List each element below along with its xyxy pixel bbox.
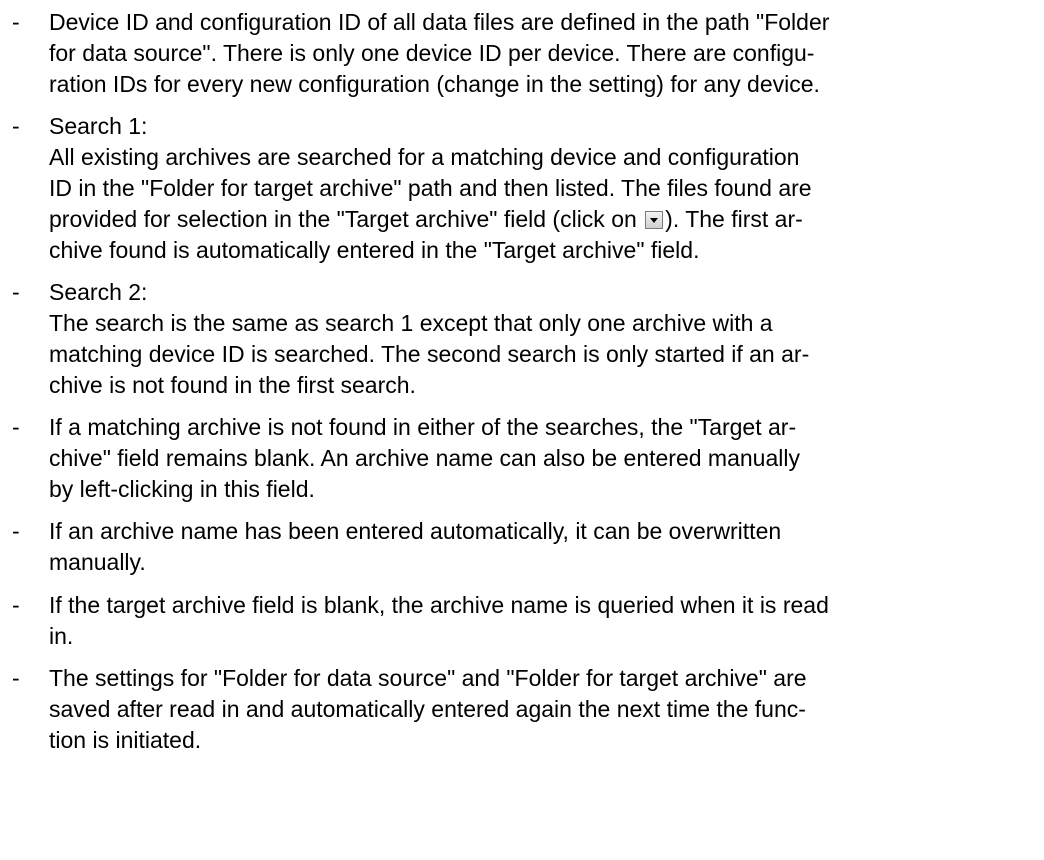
list-bullet: - [12, 665, 20, 691]
list-bullet: - [12, 9, 20, 35]
text-line: matching device ID is searched. The seco… [49, 341, 810, 367]
text-line: by left-clicking in this field. [49, 476, 315, 502]
list-bullet: - [12, 279, 20, 305]
list-bullet: - [12, 518, 20, 544]
dropdown-arrow-icon [645, 211, 664, 229]
text-line: If a matching archive is not found in ei… [49, 414, 797, 440]
text-segment: provided for selection in the "Target ar… [49, 206, 644, 232]
text-line: in. [49, 623, 74, 649]
text-line: chive found is automatically entered in … [49, 237, 700, 263]
text-line: saved after read in and automatically en… [49, 696, 806, 722]
text-line: ration IDs for every new configuration (… [49, 71, 820, 97]
text-segment: ). The first ar- [665, 206, 803, 232]
text-line: All existing archives are searched for a… [49, 144, 800, 170]
list-bullet: - [12, 113, 20, 139]
text-line: chive is not found in the first search. [49, 372, 416, 398]
text-line: Search 2: [49, 279, 148, 305]
text-line: chive" field remains blank. An archive n… [49, 445, 800, 471]
text-line: The settings for "Folder for data source… [49, 665, 807, 691]
list-bullet: - [12, 592, 20, 618]
text-line: for data source". There is only one devi… [49, 40, 815, 66]
text-line: If the target archive field is blank, th… [49, 592, 829, 618]
text-line: ID in the "Folder for target archive" pa… [49, 175, 812, 201]
text-line: If an archive name has been entered auto… [49, 518, 782, 544]
text-line: Search 1: [49, 113, 148, 139]
text-line: tion is initiated. [49, 727, 202, 753]
text-line: provided for selection in the "Target ar… [49, 204, 803, 235]
text-line: Device ID and configuration ID of all da… [49, 9, 830, 35]
text-line: manually. [49, 549, 146, 575]
list-bullet: - [12, 414, 20, 440]
text-line: The search is the same as search 1 excep… [49, 310, 773, 336]
